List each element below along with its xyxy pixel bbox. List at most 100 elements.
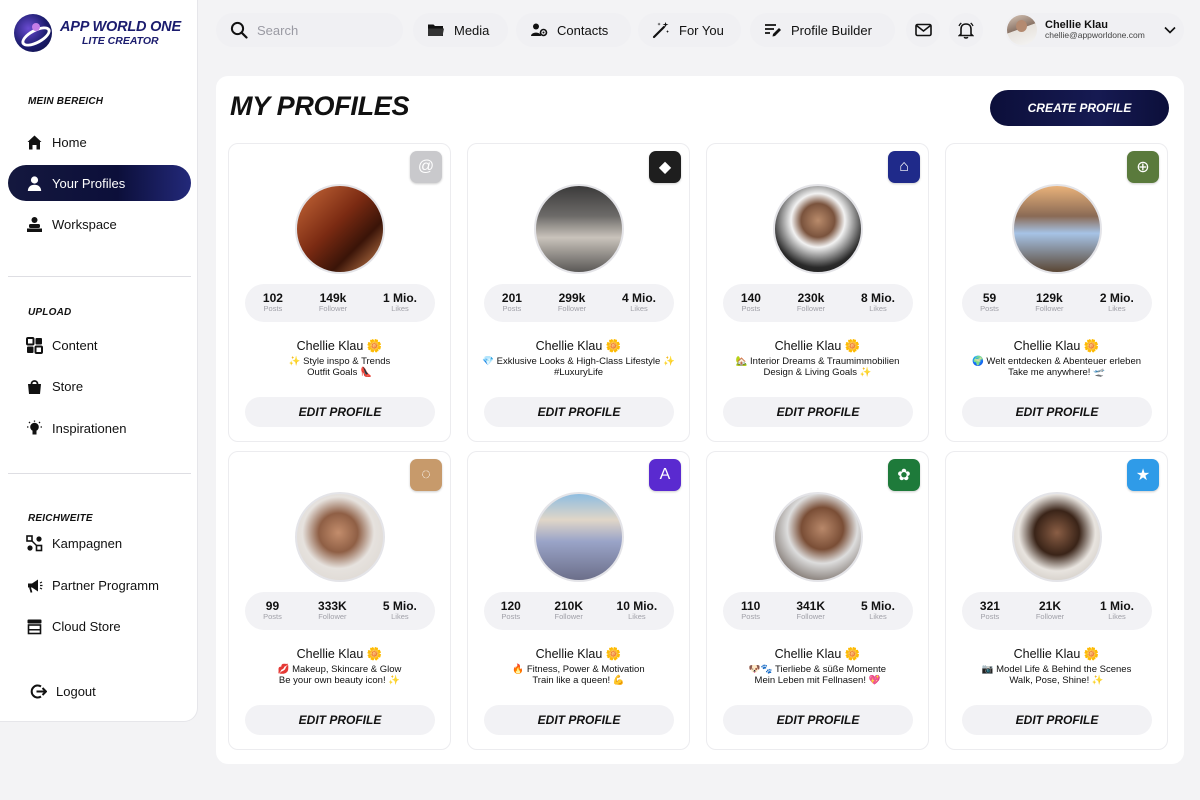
page-title: MY PROFILES bbox=[230, 91, 410, 121]
edit-profile-button[interactable]: EDIT PROFILE bbox=[484, 397, 674, 427]
stat-posts-label: Posts bbox=[501, 612, 521, 622]
grid-icon bbox=[26, 336, 43, 354]
stat-likes-label: Likes bbox=[630, 304, 648, 314]
profile-bio-line-2: Train like a queen! 💪 bbox=[532, 675, 625, 687]
megaphone-icon bbox=[26, 577, 43, 594]
paw-icon[interactable]: ✿ bbox=[888, 459, 920, 491]
stat-posts-label: Posts bbox=[741, 304, 761, 314]
profile-bio-line-2: Outfit Goals 👠 bbox=[307, 367, 372, 379]
messages-button[interactable] bbox=[906, 13, 940, 47]
nav-for-you-button[interactable]: For You bbox=[638, 13, 741, 47]
profile-bio-line-2: Take me anywhere! 🛫 bbox=[1008, 367, 1105, 379]
stat-likes: 1 Mio. Likes bbox=[1100, 600, 1134, 622]
sidebar-item-label: Home bbox=[52, 134, 87, 150]
create-profile-button[interactable]: CREATE PROFILE bbox=[990, 90, 1169, 126]
stat-posts-label: Posts bbox=[980, 304, 999, 314]
star-icon[interactable]: ★ bbox=[1127, 459, 1159, 491]
nav-profile-builder-button[interactable]: Profile Builder bbox=[750, 13, 895, 47]
nav-for-you-label: For You bbox=[679, 22, 724, 38]
sidebar-item-your-profiles[interactable]: Your Profiles bbox=[8, 165, 191, 201]
letter-a-icon[interactable]: A bbox=[649, 459, 681, 491]
stat-posts: 140 Posts bbox=[741, 292, 761, 314]
stat-posts: 99 Posts bbox=[263, 600, 282, 622]
stat-follower: 341K Follower bbox=[796, 600, 825, 622]
bag-icon bbox=[26, 378, 43, 395]
profile-avatar bbox=[534, 184, 624, 274]
notifications-button[interactable] bbox=[949, 13, 983, 47]
workspace-icon bbox=[26, 216, 43, 233]
threads-icon[interactable]: @ bbox=[410, 151, 442, 183]
app-subtitle: LITE CREATOR bbox=[82, 34, 159, 47]
edit-profile-button[interactable]: EDIT PROFILE bbox=[484, 705, 674, 735]
user-menu[interactable]: Chellie Klau chellie@appworldone.com bbox=[1005, 13, 1184, 47]
edit-profile-button[interactable]: EDIT PROFILE bbox=[245, 397, 435, 427]
contacts-icon bbox=[531, 23, 548, 37]
stat-posts-label: Posts bbox=[980, 612, 1000, 622]
stat-likes-label: Likes bbox=[1108, 304, 1126, 314]
stat-likes: 4 Mio. Likes bbox=[622, 292, 656, 314]
sidebar-item-label: Inspirationen bbox=[52, 420, 127, 436]
sidebar-divider bbox=[8, 473, 191, 474]
bell-icon bbox=[958, 21, 974, 39]
stat-posts: 321 Posts bbox=[980, 600, 1000, 622]
network-icon bbox=[26, 534, 43, 552]
profile-name: Chellie Klau 🌼 bbox=[296, 339, 383, 353]
folder-icon bbox=[428, 24, 444, 36]
nav-media-label: Media bbox=[454, 22, 490, 38]
profile-bio-line-2: Walk, Pose, Shine! ✨ bbox=[1009, 675, 1104, 687]
profile-avatar bbox=[773, 492, 863, 582]
sidebar-item-label: Store bbox=[52, 378, 84, 394]
stat-likes-label: Likes bbox=[1108, 612, 1126, 622]
profile-bio: 🔥 Fitness, Power & Motivation Train like… bbox=[476, 664, 681, 687]
edit-profile-button[interactable]: EDIT PROFILE bbox=[723, 705, 913, 735]
logout-button[interactable]: Logout bbox=[8, 673, 191, 709]
sidebar-item-store[interactable]: Store bbox=[8, 368, 191, 404]
storefront-icon bbox=[26, 618, 43, 635]
nav-contacts-button[interactable]: Contacts bbox=[516, 13, 631, 47]
house-icon[interactable]: ⌂ bbox=[888, 151, 920, 183]
diamond-icon[interactable]: ◆ bbox=[649, 151, 681, 183]
edit-profile-button[interactable]: EDIT PROFILE bbox=[962, 397, 1152, 427]
profile-avatar bbox=[1012, 184, 1102, 274]
stat-posts: 201 Posts bbox=[502, 292, 522, 314]
sidebar-item-content[interactable]: Content bbox=[8, 327, 191, 363]
profile-bio: 🐶🐾 Tierliebe & süße Momente Mein Leben m… bbox=[715, 664, 920, 687]
circle-dashed-icon[interactable]: ◌ bbox=[410, 459, 442, 491]
sidebar-item-label: Workspace bbox=[52, 216, 117, 232]
edit-list-icon bbox=[765, 24, 781, 37]
sidebar-item-home[interactable]: Home bbox=[8, 124, 191, 160]
search-input[interactable]: Search bbox=[216, 13, 403, 47]
edit-profile-button[interactable]: EDIT PROFILE bbox=[245, 705, 435, 735]
app-logo[interactable]: APP WORLD ONE LITE CREATOR bbox=[14, 14, 181, 52]
profile-card: ★ 321 Posts 21K Follower 1 Mio. Likes Ch… bbox=[945, 451, 1168, 750]
nav-media-button[interactable]: Media bbox=[413, 13, 508, 47]
profile-name: Chellie Klau 🌼 bbox=[1013, 339, 1100, 353]
profile-avatar bbox=[295, 184, 385, 274]
stat-follower-label: Follower bbox=[557, 304, 587, 314]
sidebar-item-cloud-store[interactable]: Cloud Store bbox=[8, 608, 191, 644]
sidebar-item-workspace[interactable]: Workspace bbox=[8, 206, 191, 242]
sidebar-item-kampagnen[interactable]: Kampagnen bbox=[8, 525, 191, 561]
profile-card: A 120 Posts 210K Follower 10 Mio. Likes … bbox=[467, 451, 690, 750]
target-icon[interactable]: ⊕ bbox=[1127, 151, 1159, 183]
sidebar-item-inspirationen[interactable]: Inspirationen bbox=[8, 410, 191, 446]
stat-posts-label: Posts bbox=[263, 612, 282, 622]
stat-follower: 230k Follower bbox=[797, 292, 825, 314]
stat-likes: 5 Mio. Likes bbox=[383, 600, 417, 622]
stat-follower: 21K Follower bbox=[1036, 600, 1064, 622]
edit-profile-button[interactable]: EDIT PROFILE bbox=[962, 705, 1152, 735]
stat-likes-label: Likes bbox=[391, 612, 409, 622]
nav-profile-builder-label: Profile Builder bbox=[791, 22, 872, 38]
stat-posts-label: Posts bbox=[741, 612, 761, 622]
stat-likes-label: Likes bbox=[628, 612, 646, 622]
profile-avatar bbox=[773, 184, 863, 274]
edit-profile-button[interactable]: EDIT PROFILE bbox=[723, 397, 913, 427]
profile-bio-line-2: Mein Leben mit Fellnasen! 💖 bbox=[754, 675, 881, 687]
sidebar-item-partner-programm[interactable]: Partner Programm bbox=[8, 567, 191, 603]
sidebar: APP WORLD ONE LITE CREATOR MEIN BEREICH … bbox=[0, 0, 198, 722]
magic-wand-icon bbox=[652, 22, 670, 39]
logo-mark-icon bbox=[14, 14, 52, 52]
stat-likes-label: Likes bbox=[869, 304, 887, 314]
profile-bio: 📷 Model Life & Behind the Scenes Walk, P… bbox=[954, 664, 1159, 687]
profile-name: Chellie Klau 🌼 bbox=[296, 647, 383, 661]
